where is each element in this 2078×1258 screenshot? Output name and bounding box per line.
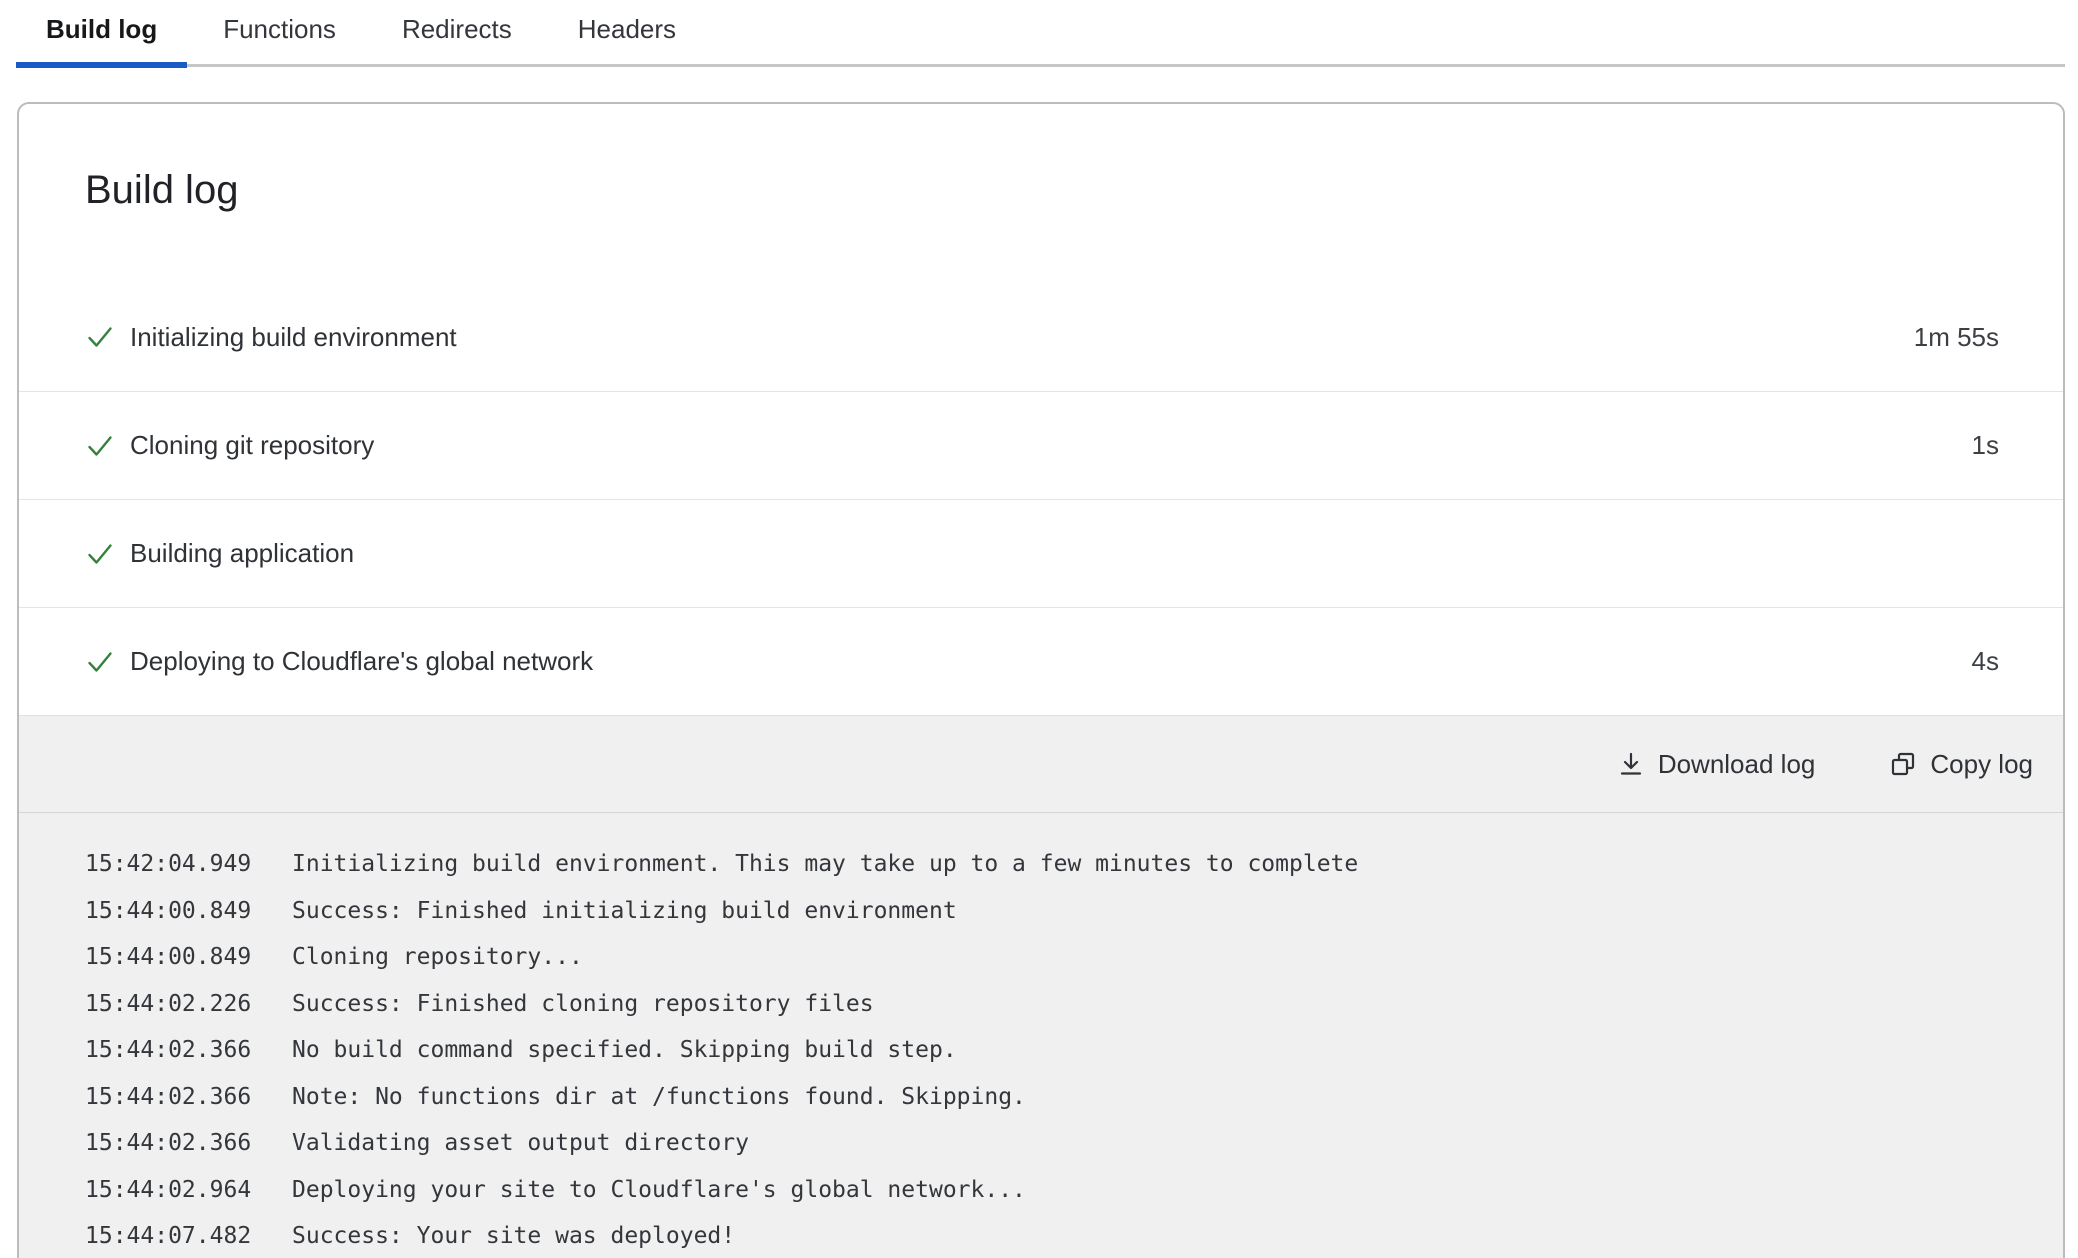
tab-build-log[interactable]: Build log	[16, 0, 187, 64]
step-duration: 1m 55s	[1914, 322, 1999, 353]
log-line: 15:44:07.482 Success: Your site was depl…	[85, 1213, 2043, 1258]
step-label: Building application	[130, 538, 354, 569]
log-line: 15:44:02.366 Note: No functions dir at /…	[85, 1074, 2043, 1121]
log-timestamp: 15:44:02.964	[85, 1167, 292, 1214]
copy-log-button[interactable]: Copy log	[1889, 749, 2033, 780]
build-log-card: Build log Initializing build environment…	[17, 102, 2065, 1258]
deployment-detail-tabs: Build log Functions Redirects Headers	[16, 0, 2065, 67]
copy-icon	[1889, 750, 1917, 778]
log-output: 15:42:04.949 Initializing build environm…	[19, 813, 2063, 1258]
log-message: Initializing build environment. This may…	[292, 841, 1358, 888]
log-message: Success: Finished initializing build env…	[292, 888, 957, 935]
check-icon	[85, 539, 115, 569]
log-timestamp: 15:44:02.366	[85, 1074, 292, 1121]
log-timestamp: 15:44:00.849	[85, 888, 292, 935]
log-line: 15:44:02.964 Deploying your site to Clou…	[85, 1167, 2043, 1214]
step-label: Cloning git repository	[130, 430, 374, 461]
check-icon	[85, 431, 115, 461]
step-duration: 4s	[1972, 646, 1999, 677]
log-timestamp: 15:44:00.849	[85, 934, 292, 981]
log-message: Validating asset output directory	[292, 1120, 749, 1167]
build-steps-list: Initializing build environment 1m 55s Cl…	[19, 283, 2063, 715]
log-message: Success: Your site was deployed!	[292, 1213, 735, 1258]
log-message: Note: No functions dir at /functions fou…	[292, 1074, 1026, 1121]
build-step-row: Initializing build environment 1m 55s	[19, 283, 2063, 391]
check-icon	[85, 322, 115, 352]
log-line: 15:42:04.949 Initializing build environm…	[85, 841, 2043, 888]
log-timestamp: 15:44:02.226	[85, 981, 292, 1028]
log-message: Cloning repository...	[292, 934, 583, 981]
log-message: Success: Finished cloning repository fil…	[292, 981, 874, 1028]
log-timestamp: 15:42:04.949	[85, 841, 292, 888]
tab-redirects[interactable]: Redirects	[372, 0, 542, 64]
tab-headers[interactable]: Headers	[548, 0, 706, 64]
copy-log-label: Copy log	[1930, 749, 2033, 780]
log-timestamp: 15:44:02.366	[85, 1027, 292, 1074]
log-line: 15:44:00.849 Cloning repository...	[85, 934, 2043, 981]
log-line: 15:44:02.226 Success: Finished cloning r…	[85, 981, 2043, 1028]
step-label: Deploying to Cloudflare's global network	[130, 646, 593, 677]
check-icon	[85, 647, 115, 677]
log-line: 15:44:02.366 Validating asset output dir…	[85, 1120, 2043, 1167]
download-log-label: Download log	[1658, 749, 1816, 780]
log-timestamp: 15:44:07.482	[85, 1213, 292, 1258]
build-step-row: Deploying to Cloudflare's global network…	[19, 607, 2063, 715]
page-title: Build log	[85, 166, 1997, 214]
log-toolbar: Download log Copy log	[19, 715, 2063, 813]
log-line: 15:44:00.849 Success: Finished initializ…	[85, 888, 2043, 935]
log-line: 15:44:02.366 No build command specified.…	[85, 1027, 2043, 1074]
download-log-button[interactable]: Download log	[1617, 749, 1816, 780]
log-timestamp: 15:44:02.366	[85, 1120, 292, 1167]
log-message: Deploying your site to Cloudflare's glob…	[292, 1167, 1026, 1214]
tab-functions[interactable]: Functions	[193, 0, 366, 64]
build-step-row: Building application	[19, 499, 2063, 607]
download-icon	[1617, 750, 1645, 778]
build-step-row: Cloning git repository 1s	[19, 391, 2063, 499]
step-label: Initializing build environment	[130, 322, 457, 353]
step-duration: 1s	[1972, 430, 1999, 461]
log-message: No build command specified. Skipping bui…	[292, 1027, 957, 1074]
